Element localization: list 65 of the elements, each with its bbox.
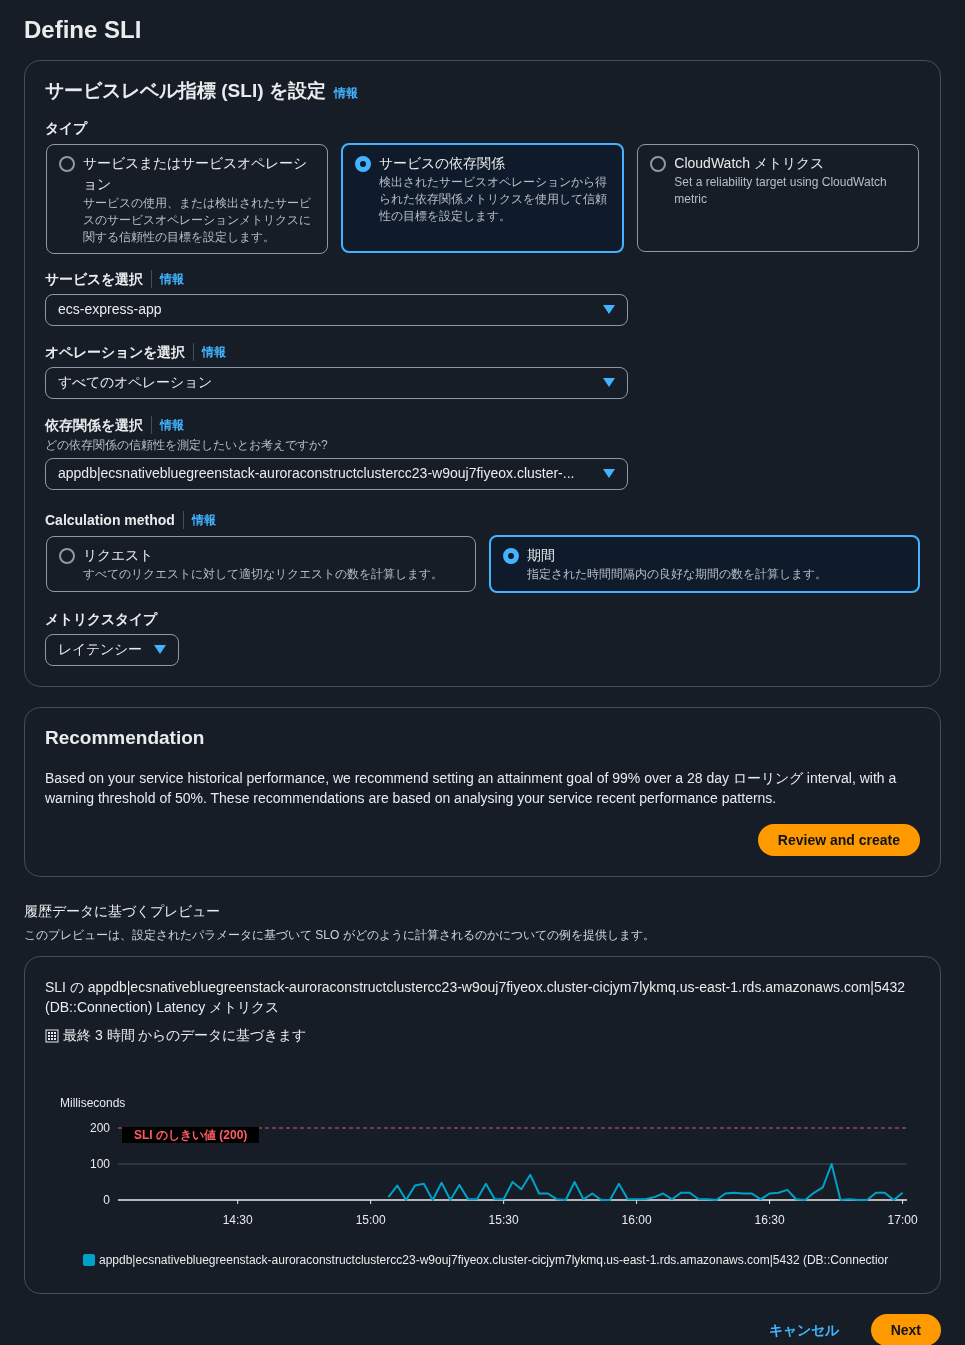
legend-label: appdb|ecsnativebluegreenstack-auroraconstructclustercc23-w9ouj7fiyeox.cluster-cicjym7lykmq.us-east-1.rds.amazonaws.com|5432 (DB::Connectior	[99, 1252, 889, 1269]
axis-label: 0	[103, 1193, 110, 1207]
axis-label: 200	[89, 1121, 110, 1135]
option-description: すべてのリクエストに対して適切なリクエストの数を計算します。	[83, 565, 443, 583]
option-tile[interactable]: 期間 指定された時間間隔内の良好な期間の数を計算します。	[488, 534, 920, 593]
metric-description: SLI の appdb|ecsnativebluegreenstack-auroraconstructclustercc23-w9ouj7fiyeox.cluster-cicjym7lykmq.us-east-1.rds.amazonaws.com|5432 (DB::Connection) Latency メトリクス	[45, 978, 907, 1017]
field-label: メトリクスタイプ	[45, 609, 159, 629]
recommendation-text: Based on your service historical performance, we recommend setting an attainment goal of 99% over a 28 day ローリング interval, with a warning threshold of 50%. These recommendations are based on analysing your service recent performance patterns.	[45, 769, 898, 808]
field-label: Calculation method	[45, 510, 175, 530]
axis-title: Milliseconds	[60, 1095, 127, 1112]
panel-title: Recommendation	[45, 725, 206, 750]
option-description: 指定された時間間隔内の良好な期間の数を計算します。	[526, 565, 827, 583]
axis-label: 17:00	[887, 1213, 918, 1227]
radio-button[interactable]	[59, 155, 75, 172]
option-tile[interactable]: CloudWatch メトリクス Set a reliability target using CloudWatch metric	[637, 143, 919, 252]
caret-icon	[603, 305, 615, 314]
info-link[interactable]: 情報	[151, 416, 184, 434]
range-text: 最終 3 時間 からのデータに基づきます	[63, 1026, 307, 1045]
panel-title: サービスレベル指標 (SLI) を設定	[45, 79, 326, 103]
axis-label: 14:30	[222, 1213, 253, 1227]
select-field[interactable]: すべてのオペレーション	[45, 366, 628, 399]
option-tile[interactable]: サービスまたはサービスオペレーション サービスの使用、または検出されたサービスのサービスオペレーションメトリクスに関する信頼性の目標を設定します。	[46, 143, 328, 254]
info-link[interactable]: 情報	[182, 511, 216, 529]
threshold-label: SLI のしきい値 (200)	[122, 1127, 260, 1143]
axis-label: 16:30	[754, 1213, 785, 1227]
option-tile[interactable]: サービスの依存関係 検出されたサービスオペレーションから得られた依存関係メトリクスを使用して信頼性の目標を設定します。	[340, 142, 625, 253]
review-and-create-button[interactable]: Review and create	[757, 824, 920, 856]
radio-button[interactable]	[354, 155, 371, 172]
radio-button[interactable]	[502, 547, 519, 564]
caret-icon	[603, 469, 615, 478]
next-button[interactable]: Next	[870, 1314, 941, 1345]
caret-icon	[603, 378, 615, 387]
option-label: サービスの依存関係	[378, 153, 506, 173]
section-description: このプレビューは、設定されたパラメータに基づいて SLO がどのように計算されるのかについての例を提供します。	[24, 927, 656, 944]
info-link[interactable]: 情報	[151, 270, 184, 288]
option-description: 検出されたサービスオペレーションから得られた依存関係メトリクスを使用して信頼性の目標を設定します。	[378, 173, 608, 225]
axis-label: 16:00	[621, 1213, 652, 1227]
cancel-button[interactable]: キャンセル	[768, 1319, 839, 1341]
option-tile[interactable]: リクエスト すべてのリクエストに対して適切なリクエストの数を計算します。	[46, 535, 476, 592]
field-label: タイプ	[45, 118, 89, 138]
axis-label: 15:30	[488, 1213, 519, 1227]
select-field[interactable]: appdb|ecsnativebluegreenstack-auroraconstructclustercc23-w9ouj7fiyeox.cluster-...	[45, 457, 628, 490]
field-label: サービスを選択	[45, 269, 143, 289]
section-title: 履歴データに基づくプレビュー	[24, 902, 221, 921]
option-description: Set a reliability target using CloudWatch metric	[674, 173, 888, 208]
calendar-icon	[45, 1028, 59, 1043]
field-hint: どの依存関係の信頼性を測定したいとお考えですか?	[45, 436, 329, 454]
axis-label: 15:00	[355, 1213, 386, 1227]
select-field[interactable]: レイテンシー	[45, 633, 179, 666]
info-link[interactable]: 情報	[193, 343, 226, 361]
option-label: リクエスト	[83, 545, 154, 565]
axis-label: 100	[89, 1157, 110, 1171]
radio-button[interactable]	[650, 155, 667, 172]
option-label: CloudWatch メトリクス	[674, 153, 825, 173]
select-field[interactable]: ecs-express-app	[45, 293, 628, 326]
legend-swatch	[83, 1254, 95, 1266]
option-description: サービスの使用、または検出されたサービスのサービスオペレーションメトリクスに関する信頼性の目標を設定します。	[83, 194, 312, 246]
field-label: オペレーションを選択	[45, 342, 185, 362]
option-label: 期間	[526, 545, 556, 565]
radio-button[interactable]	[59, 547, 75, 564]
page-title: Define SLI	[24, 15, 143, 45]
field-label: 依存関係を選択	[45, 415, 143, 435]
option-label: サービスまたはサービスオペレーション	[83, 153, 308, 194]
caret-icon	[154, 645, 166, 654]
info-link[interactable]: 情報	[333, 84, 358, 102]
